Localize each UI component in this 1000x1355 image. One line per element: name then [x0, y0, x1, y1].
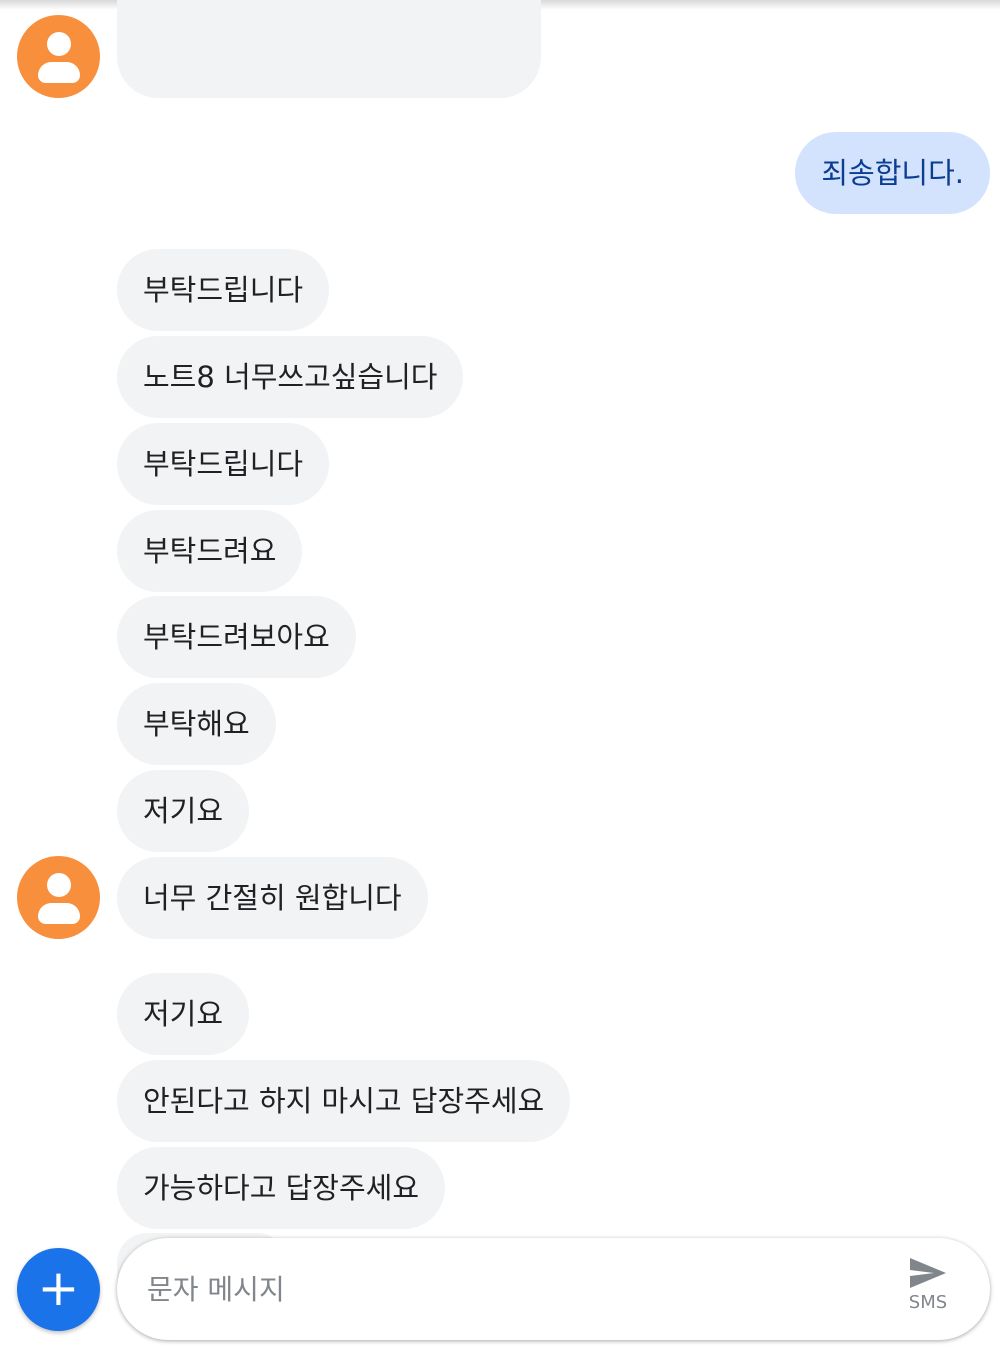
message-bubble-incoming[interactable]: 부탁드려보아요 [117, 596, 356, 678]
message-bubble-partial-top[interactable] [117, 0, 541, 98]
message-bubble-incoming[interactable]: 저기요 [117, 770, 250, 852]
message-bubble-incoming[interactable]: 부탁드립니다 [117, 423, 330, 505]
avatar-head [47, 32, 71, 56]
contact-avatar[interactable] [17, 15, 100, 98]
add-attachment-button[interactable]: + [17, 1248, 100, 1331]
message-input[interactable] [145, 1264, 849, 1314]
avatar-shoulders [38, 903, 80, 924]
message-bubble-incoming[interactable]: 저기요 [117, 973, 250, 1055]
send-icon [910, 1258, 946, 1288]
avatar-head [47, 873, 71, 897]
avatar-shoulders [38, 62, 80, 83]
send-sms-button[interactable]: SMS [903, 1256, 953, 1326]
message-bubble-incoming[interactable]: 노트8 너무쓰고싶습니다 [117, 336, 464, 418]
message-bubble-incoming[interactable]: 가능하다고 답장주세요 [117, 1147, 446, 1229]
message-bubble-incoming[interactable]: 부탁드립니다 [117, 249, 330, 331]
plus-icon: + [37, 1259, 80, 1317]
message-bubble-incoming[interactable]: 안된다고 하지 마시고 답장주세요 [117, 1060, 571, 1142]
message-bubble-outgoing[interactable]: 죄송합니다. [795, 132, 990, 214]
message-bubble-incoming[interactable]: 부탁드려요 [117, 510, 303, 592]
send-sms-label: SMS [908, 1292, 948, 1313]
message-composer: SMS [117, 1238, 990, 1340]
message-thread-screen: 죄송합니다. 부탁드립니다 노트8 너무쓰고싶습니다 부탁드립니다 부탁드려요 … [0, 0, 1000, 1355]
message-bubble-incoming[interactable]: 부탁해요 [117, 683, 276, 765]
contact-avatar[interactable] [17, 856, 100, 939]
message-bubble-incoming[interactable]: 너무 간절히 원합니다 [117, 857, 428, 939]
